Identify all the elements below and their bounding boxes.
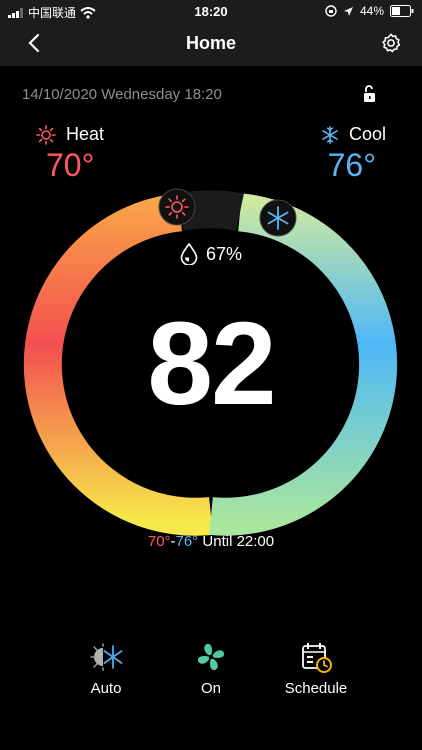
- current-temperature: 82: [147, 298, 276, 430]
- schedule-button[interactable]: Schedule: [271, 640, 361, 697]
- sun-icon: [36, 124, 56, 145]
- heat-mode-label[interactable]: Heat: [36, 124, 104, 145]
- auto-mode-icon: [90, 643, 123, 671]
- status-right: 44%: [325, 4, 414, 18]
- current-datetime: 14/10/2020 Wednesday 18:20: [22, 86, 222, 103]
- fan-icon: [197, 643, 225, 671]
- status-bar: 中国联通 18:20 44%: [0, 0, 422, 22]
- unlock-icon[interactable]: [360, 84, 380, 104]
- cool-setpoint-handle[interactable]: [259, 199, 297, 237]
- heat-label-text: Heat: [66, 124, 105, 144]
- auto-mode-label: Auto: [90, 680, 122, 697]
- range-high: 76°: [175, 533, 199, 550]
- gear-icon[interactable]: [380, 32, 402, 54]
- battery-icon: [390, 5, 414, 17]
- fan-on-button[interactable]: On: [166, 640, 256, 697]
- heat-setpoint-handle[interactable]: [158, 188, 196, 226]
- heat-setpoint[interactable]: 70°: [46, 147, 94, 184]
- fan-on-label: On: [200, 680, 221, 697]
- humidity-readout: 67%: [0, 243, 422, 265]
- page-title: Home: [185, 33, 236, 53]
- schedule-range: 70°-76° Until 22:00: [0, 533, 422, 550]
- range-low: 70°: [147, 533, 171, 550]
- cool-label-text: Cool: [348, 124, 386, 144]
- schedule-label: Schedule: [284, 680, 348, 697]
- auto-mode-button[interactable]: Auto: [61, 640, 151, 697]
- humidity-value: 67%: [205, 243, 243, 264]
- water-drop-icon: [180, 243, 198, 265]
- nav-bar: Home: [0, 22, 422, 66]
- orientation-lock-icon: [325, 5, 337, 17]
- range-until: Until 22:00: [202, 533, 275, 550]
- schedule-icon: [302, 643, 332, 673]
- cool-mode-label[interactable]: Cool: [321, 124, 386, 145]
- snowflake-icon: [322, 125, 338, 144]
- cool-setpoint[interactable]: 76°: [328, 147, 376, 184]
- location-icon: [343, 6, 353, 16]
- battery-percent: 44%: [359, 4, 384, 18]
